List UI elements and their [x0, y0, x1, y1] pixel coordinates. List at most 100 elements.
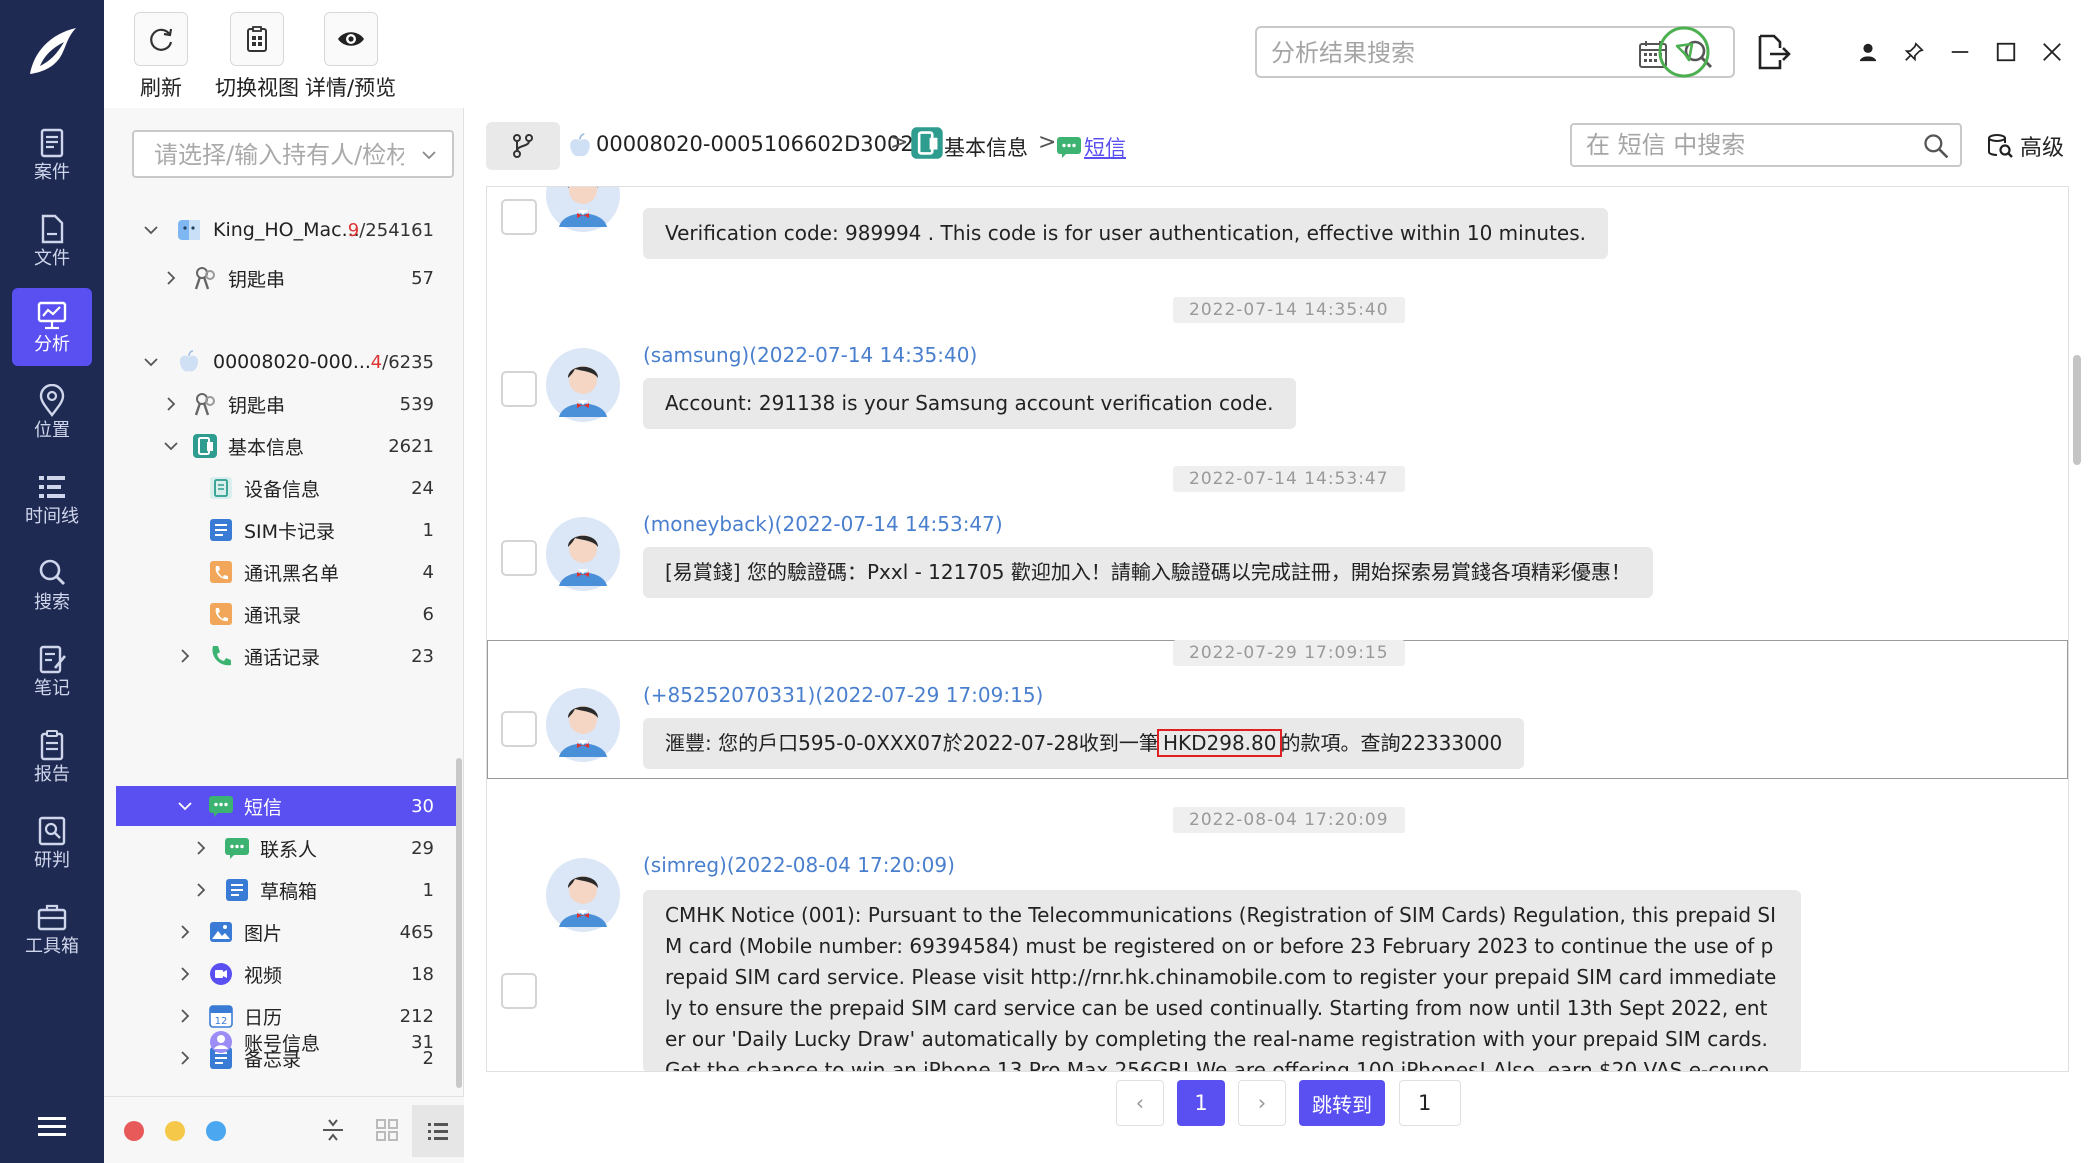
- export-button[interactable]: [1744, 24, 1800, 80]
- chevron-right-icon[interactable]: [192, 839, 210, 857]
- nav-item-case[interactable]: 案件: [12, 116, 92, 194]
- refresh-label: 刷新: [140, 76, 182, 100]
- chevron-right-icon[interactable]: [176, 647, 194, 665]
- hamburger-menu-icon[interactable]: [38, 1116, 66, 1138]
- nav-item-toolbox[interactable]: 工具箱: [12, 890, 92, 968]
- tree-item-pictures[interactable]: 图片 465: [116, 912, 456, 952]
- tree-item-count: 539: [399, 393, 434, 415]
- message-checkbox[interactable]: [501, 711, 537, 747]
- tree-item-device-info[interactable]: 设备信息 24: [116, 468, 456, 508]
- nav-item-search[interactable]: 搜索: [12, 546, 92, 624]
- tree-item-account-info[interactable]: 账号信息 31: [116, 1022, 456, 1062]
- yellow-filter-dot[interactable]: [165, 1121, 185, 1141]
- tree-item-mac-device[interactable]: King_HO_Mac... 9/254161: [116, 210, 456, 250]
- collapse-all-icon[interactable]: [320, 1117, 346, 1143]
- message-sender[interactable]: (samsung)(2022-07-14 14:35:40): [643, 343, 977, 367]
- tree-item-drafts[interactable]: 草稿箱 1: [116, 870, 456, 910]
- nav-label: 文件: [34, 248, 70, 269]
- jump-to-page-button[interactable]: 跳转到: [1299, 1080, 1385, 1126]
- sms-search-box[interactable]: [1570, 123, 1962, 167]
- owner-select[interactable]: [132, 130, 454, 178]
- tree-item-videos[interactable]: 视频 18: [116, 954, 456, 994]
- tree-item-label: 基本信息: [228, 436, 305, 459]
- phone-green-icon: [212, 646, 231, 666]
- tree-item-label: 00008020-000...: [213, 351, 371, 373]
- prev-page-button[interactable]: ‹: [1116, 1080, 1164, 1126]
- search-hit-highlight: HKD298.80: [1156, 729, 1283, 757]
- chevron-right-icon[interactable]: [162, 395, 180, 413]
- message-checkbox[interactable]: [501, 973, 537, 1009]
- sms-search-input[interactable]: [1586, 130, 1906, 160]
- pin-button[interactable]: [1896, 34, 1932, 70]
- avatar-icon: [546, 688, 620, 762]
- user-button[interactable]: [1850, 34, 1886, 70]
- message-checkbox[interactable]: [501, 371, 537, 407]
- nav-item-analysis[interactable]: 分析: [12, 288, 92, 366]
- breadcrumb-device[interactable]: 00008020-0005106602D3002E: [596, 132, 927, 156]
- red-filter-dot[interactable]: [124, 1121, 144, 1141]
- message-list-scrollbar[interactable]: [2073, 355, 2081, 465]
- chevron-right-icon[interactable]: [162, 269, 180, 287]
- message-sender[interactable]: (+85252070331)(2022-07-29 17:09:15): [643, 683, 1043, 707]
- chevron-down-icon[interactable]: [142, 353, 160, 371]
- tree-item-count: 4/6235: [370, 351, 434, 373]
- nav-item-file[interactable]: 文件: [12, 202, 92, 280]
- message-checkbox[interactable]: [501, 540, 537, 576]
- owner-select-input[interactable]: [154, 140, 404, 170]
- jump-page-input[interactable]: 1: [1399, 1080, 1461, 1126]
- next-page-button[interactable]: ›: [1238, 1080, 1286, 1126]
- tree-item-label: 视频: [244, 964, 283, 987]
- nav-item-notes[interactable]: 笔记: [12, 632, 92, 710]
- breadcrumb-separator: >: [1038, 130, 1057, 155]
- message-sender[interactable]: (simreg)(2022-08-04 17:20:09): [643, 853, 955, 877]
- detail-preview-button[interactable]: 详情/预览: [305, 12, 396, 102]
- switch-view-button[interactable]: 切换视图: [215, 12, 299, 102]
- shield-status-button[interactable]: [1656, 24, 1712, 80]
- tree-item-label: 设备信息: [244, 478, 321, 501]
- minimize-button[interactable]: [1942, 34, 1978, 70]
- chevron-right-icon[interactable]: [176, 923, 194, 941]
- breadcrumb-current[interactable]: 短信: [1084, 132, 1126, 162]
- location-icon: [39, 384, 65, 417]
- tree-item-sms-contacts[interactable]: 联系人 29: [116, 828, 456, 868]
- search-icon[interactable]: [1922, 132, 1950, 160]
- tree-item-blacklist[interactable]: 通讯黑名单 4: [116, 552, 456, 592]
- tree-item-count: 4: [422, 561, 434, 583]
- tree-item-iphone-device[interactable]: 00008020-000... 4/6235: [116, 342, 456, 382]
- message-checkbox[interactable]: [501, 199, 537, 235]
- file-icon: [41, 214, 64, 244]
- advanced-search-button[interactable]: 高级: [1986, 130, 2064, 162]
- chevron-down-icon[interactable]: [162, 437, 180, 455]
- tree-item-count: 31: [411, 1031, 434, 1053]
- nav-label: 搜索: [34, 592, 70, 613]
- blue-filter-dot[interactable]: [206, 1121, 226, 1141]
- close-button[interactable]: [2034, 34, 2070, 70]
- chevron-right-icon[interactable]: [176, 965, 194, 983]
- tree-item-keychain[interactable]: 钥匙串 539: [116, 384, 456, 424]
- tree-scrollbar[interactable]: [456, 758, 462, 1088]
- page-number-button[interactable]: 1: [1177, 1080, 1225, 1126]
- refresh-button[interactable]: 刷新: [134, 12, 188, 102]
- grid-view-icon[interactable]: [374, 1117, 400, 1143]
- branch-button[interactable]: [486, 122, 560, 170]
- nav-item-report[interactable]: 报告: [12, 718, 92, 796]
- nav-item-timeline[interactable]: 时间线: [12, 460, 92, 538]
- chevron-right-icon[interactable]: [192, 881, 210, 899]
- list-view-button[interactable]: [412, 1105, 464, 1157]
- tree-item-sms[interactable]: 短信 30: [116, 786, 456, 826]
- tree-item-keychain[interactable]: 钥匙串 57: [116, 258, 456, 298]
- nav-item-judge[interactable]: 研判: [12, 804, 92, 882]
- tree-item-contacts[interactable]: 通讯录 6: [116, 594, 456, 634]
- tree-item-count: 2621: [388, 435, 434, 457]
- tree-item-basic-info[interactable]: 基本信息 2621: [116, 426, 456, 466]
- avatar-icon: [546, 187, 620, 232]
- maximize-button[interactable]: [1988, 34, 2024, 70]
- tree-item-sim-record[interactable]: SIM卡记录 1: [116, 510, 456, 550]
- breadcrumb-category[interactable]: 基本信息: [944, 132, 1028, 162]
- chevron-down-icon[interactable]: [142, 221, 160, 239]
- chevron-down-icon[interactable]: [176, 797, 194, 815]
- message-sender[interactable]: (moneyback)(2022-07-14 14:53:47): [643, 512, 1003, 536]
- tree-item-call-log[interactable]: 通话记录 23: [116, 636, 456, 676]
- nav-item-location[interactable]: 位置: [12, 374, 92, 452]
- analysis-search-input[interactable]: [1271, 36, 1621, 70]
